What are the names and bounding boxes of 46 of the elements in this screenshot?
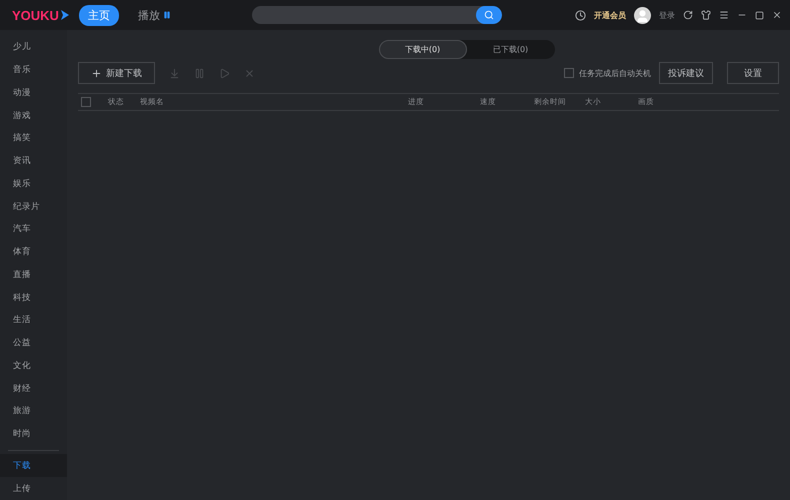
refresh-icon[interactable]	[682, 10, 693, 20]
search-icon	[484, 10, 494, 20]
download-tab[interactable]: 已下载(0)	[466, 40, 554, 59]
sidebar-item[interactable]: 财经	[0, 377, 67, 400]
shutdown-label: 任务完成后自动关机	[579, 68, 651, 78]
nav-tab[interactable]: 主页	[78, 4, 119, 26]
maximize-icon[interactable]	[754, 10, 764, 20]
play-icon	[60, 10, 69, 20]
sidebar-item[interactable]: 生活	[0, 309, 67, 332]
toolbar-button[interactable]: 投诉建议	[659, 62, 713, 84]
history-icon[interactable]	[574, 10, 586, 20]
new-download-button[interactable]: 新建下载	[78, 62, 155, 84]
sidebar-item[interactable]: 少儿	[0, 36, 67, 59]
sidebar-item[interactable]: 音乐	[0, 58, 67, 82]
nav-tab[interactable]: 播放	[128, 4, 180, 26]
pause-icon	[162, 11, 171, 19]
avatar-icon[interactable]	[634, 6, 651, 24]
sidebar-item[interactable]: 直播	[0, 264, 67, 286]
sidebar-item[interactable]: 下载	[0, 454, 67, 478]
logo-text: YOUKU	[12, 8, 59, 22]
search-field[interactable]	[252, 6, 502, 24]
sidebar-item[interactable]: 上传	[0, 477, 67, 500]
shirt-icon[interactable]	[700, 10, 711, 20]
menu-icon[interactable]	[718, 10, 729, 20]
shutdown-checkbox[interactable]	[564, 68, 574, 78]
sidebar-item[interactable]: 公益	[0, 332, 67, 354]
sidebar-item[interactable]: 汽车	[0, 218, 67, 241]
search-button[interactable]	[476, 6, 502, 24]
sidebar-item[interactable]: 娱乐	[0, 172, 67, 196]
sidebar-item[interactable]: 文化	[0, 354, 67, 378]
toolbar-button[interactable]: 设置	[727, 62, 779, 84]
plus-icon	[91, 68, 102, 78]
vip-link[interactable]: 开通会员	[594, 10, 626, 20]
sidebar-item[interactable]: 动漫	[0, 82, 67, 104]
sidebar-item[interactable]: 游戏	[0, 104, 67, 127]
select-all-checkbox[interactable]	[81, 97, 91, 107]
sidebar-item[interactable]: 体育	[0, 240, 67, 264]
sidebar-item[interactable]: 搞笑	[0, 127, 67, 150]
sidebar-item[interactable]: 资讯	[0, 150, 67, 172]
sidebar-item[interactable]: 科技	[0, 286, 67, 309]
close-icon[interactable]	[772, 10, 782, 20]
sidebar-item[interactable]: 纪录片	[0, 195, 67, 218]
sidebar-item[interactable]: 旅游	[0, 400, 67, 423]
download-tab[interactable]: 下载中(0)	[378, 40, 466, 59]
login-link[interactable]: 登录	[658, 10, 675, 20]
sidebar-item[interactable]: 时尚	[0, 422, 67, 446]
